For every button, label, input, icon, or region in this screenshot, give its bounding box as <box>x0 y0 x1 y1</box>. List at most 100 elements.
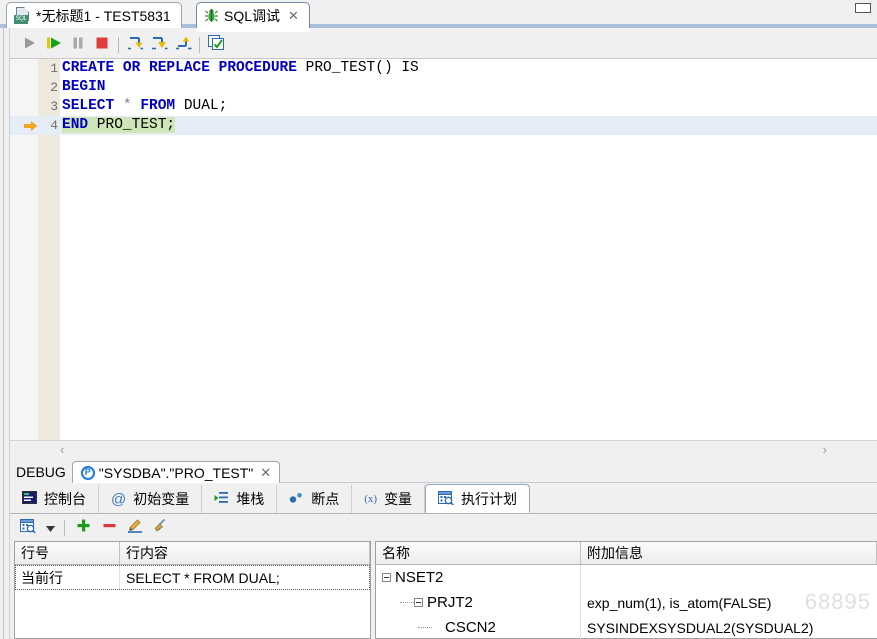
plan-select-button[interactable] <box>16 517 40 539</box>
tab-label: SQL调试 <box>224 7 281 24</box>
tab-execution-plan[interactable]: 执行计划 <box>425 484 531 513</box>
plan-dropdown-button[interactable] <box>42 517 58 539</box>
code-line[interactable]: 2 BEGIN <box>10 78 877 97</box>
minus-icon <box>102 518 117 538</box>
line-number: 1 <box>50 61 58 76</box>
toolbar-separator <box>199 37 200 53</box>
code-text: SELECT * FROM DUAL; <box>62 98 228 114</box>
close-icon[interactable]: ✕ <box>260 465 271 481</box>
step-into-button[interactable] <box>123 34 147 56</box>
editor-horizontal-scrollbar[interactable]: ‹ › <box>10 440 877 458</box>
tree-body: NSET2 PRJT2 exp_num(1), is_atom(FALSE) CSCN… <box>376 565 877 639</box>
current-line-table[interactable]: 行号 行内容 当前行 SELECT * FROM DUAL; <box>14 541 371 639</box>
remove-button[interactable] <box>97 517 121 539</box>
pause-button[interactable] <box>66 34 90 56</box>
step-over-icon <box>151 36 168 55</box>
column-header-info[interactable]: 附加信息 <box>581 542 877 564</box>
tab-console[interactable]: 控制台 <box>10 485 99 513</box>
table-header: 行号 行内容 <box>15 542 370 565</box>
tab-label: *无标题1 - TEST5831 <box>36 7 171 24</box>
tab-breakpoints[interactable]: 断点 <box>277 485 353 513</box>
scroll-left-icon[interactable]: ‹ <box>10 442 114 457</box>
minimize-button[interactable] <box>855 3 871 13</box>
step-out-button[interactable] <box>171 34 195 56</box>
code-line[interactable]: 1 CREATE OR REPLACE PROCEDURE PRO_TEST() … <box>10 59 877 78</box>
tab-initial-variables[interactable]: @ 初始变量 <box>99 485 203 513</box>
code-lines[interactable]: 1 CREATE OR REPLACE PROCEDURE PRO_TEST() … <box>10 59 877 440</box>
debug-session-bar: DEBUG P "SYSDBA"."PRO_TEST" ✕ <box>10 459 877 483</box>
run-button[interactable] <box>18 34 42 56</box>
tab-label: 初始变量 <box>133 491 190 507</box>
stop-button[interactable] <box>90 34 114 56</box>
code-line[interactable]: 3 SELECT * FROM DUAL; <box>10 97 877 116</box>
code-editor[interactable]: 1 CREATE OR REPLACE PROCEDURE PRO_TEST() … <box>10 58 877 440</box>
variable-x-icon: (x) <box>364 493 378 505</box>
table-row[interactable]: 当前行 SELECT * FROM DUAL; <box>15 565 370 590</box>
table-header: 名称 附加信息 <box>376 542 877 565</box>
line-number: 3 <box>50 99 58 114</box>
tab-untitled-document[interactable]: SQL *无标题1 - TEST5831 <box>6 2 182 28</box>
code-text: CREATE OR REPLACE PROCEDURE PRO_TEST() I… <box>62 60 419 76</box>
console-icon <box>22 491 37 507</box>
collapse-icon[interactable] <box>382 573 391 582</box>
column-header-line-content[interactable]: 行内容 <box>120 542 370 564</box>
stack-icon <box>214 491 229 507</box>
add-button[interactable] <box>71 517 95 539</box>
step-over-button[interactable] <box>147 34 171 56</box>
editor-tabstrip: SQL *无标题1 - TEST5831 SQL调试 ✕ <box>0 0 877 32</box>
tree-row[interactable]: NSET2 <box>376 565 877 590</box>
debug-bar-filler <box>280 482 877 483</box>
tab-sql-debug[interactable]: SQL调试 ✕ <box>196 2 310 32</box>
sql-debugger-window: SQL *无标题1 - TEST5831 SQL调试 ✕ 1 CREATE OR… <box>0 0 877 639</box>
tab-call-stack[interactable]: 堆栈 <box>202 485 278 513</box>
tree-row[interactable]: PRJT2 exp_num(1), is_atom(FALSE) <box>376 590 877 615</box>
clear-button[interactable] <box>149 517 173 539</box>
scroll-right-icon[interactable]: › <box>773 442 877 457</box>
close-icon[interactable]: ✕ <box>288 8 299 24</box>
show-plan-button[interactable] <box>204 34 228 56</box>
toolbar-separator <box>118 37 119 53</box>
breakpoint-dots-icon <box>289 491 304 507</box>
at-icon: @ <box>111 490 127 508</box>
broom-icon <box>153 518 169 538</box>
tree-node-label: CSCN2 <box>445 619 496 636</box>
debug-session-tab[interactable]: P "SYSDBA"."PRO_TEST" ✕ <box>71 461 281 483</box>
tree-row[interactable]: CSCN2 SYSINDEXSYSDUAL2(SYSDUAL2) <box>376 615 877 639</box>
edit-button[interactable] <box>123 517 147 539</box>
step-into-icon <box>127 36 144 55</box>
pencil-icon <box>127 518 143 538</box>
line-number: 2 <box>50 80 58 95</box>
bug-icon <box>204 8 219 23</box>
debug-toolbar <box>10 32 877 58</box>
tab-label: 堆栈 <box>236 491 265 507</box>
cell-line-content: SELECT * FROM DUAL; <box>126 569 280 586</box>
execution-plan-tree[interactable]: 名称 附加信息 NSET2 PRJT2 exp_num(1), is_atom(FA… <box>375 541 877 639</box>
code-text: BEGIN <box>62 79 106 95</box>
column-header-line-no[interactable]: 行号 <box>15 542 120 564</box>
code-text: END PRO_TEST; <box>62 117 176 133</box>
debug-session-label: "SYSDBA"."PRO_TEST" <box>98 464 254 481</box>
pause-icon <box>71 36 85 55</box>
tab-label: 控制台 <box>44 491 86 507</box>
breakpoint-p-icon: P <box>80 465 95 480</box>
chevron-down-icon <box>45 519 55 537</box>
table-body: 当前行 SELECT * FROM DUAL; <box>15 565 370 590</box>
tree-connector <box>400 602 414 603</box>
plus-icon <box>76 518 91 538</box>
stop-red-icon <box>95 36 109 55</box>
debug-label: DEBUG <box>16 464 66 480</box>
tab-label: 断点 <box>311 491 340 507</box>
code-line[interactable]: 4 END PRO_TEST; <box>10 116 877 135</box>
cell-node-info: exp_num(1), is_atom(FALSE) <box>587 594 772 611</box>
resume-button[interactable] <box>42 34 66 56</box>
tree-connector <box>418 627 432 628</box>
column-header-name[interactable]: 名称 <box>376 542 581 564</box>
collapse-icon[interactable] <box>414 598 423 607</box>
tab-label: 变量 <box>384 491 413 507</box>
tab-variables[interactable]: (x) 变量 <box>352 485 426 513</box>
plan-icon <box>438 490 454 508</box>
play-gray-icon <box>23 36 37 55</box>
cell-line-no: 当前行 <box>15 565 120 590</box>
debug-panel-tabs: 控制台 @ 初始变量 堆栈 断点 (x) 变量 执行计划 <box>10 484 877 514</box>
plan-toolbar <box>10 515 877 541</box>
